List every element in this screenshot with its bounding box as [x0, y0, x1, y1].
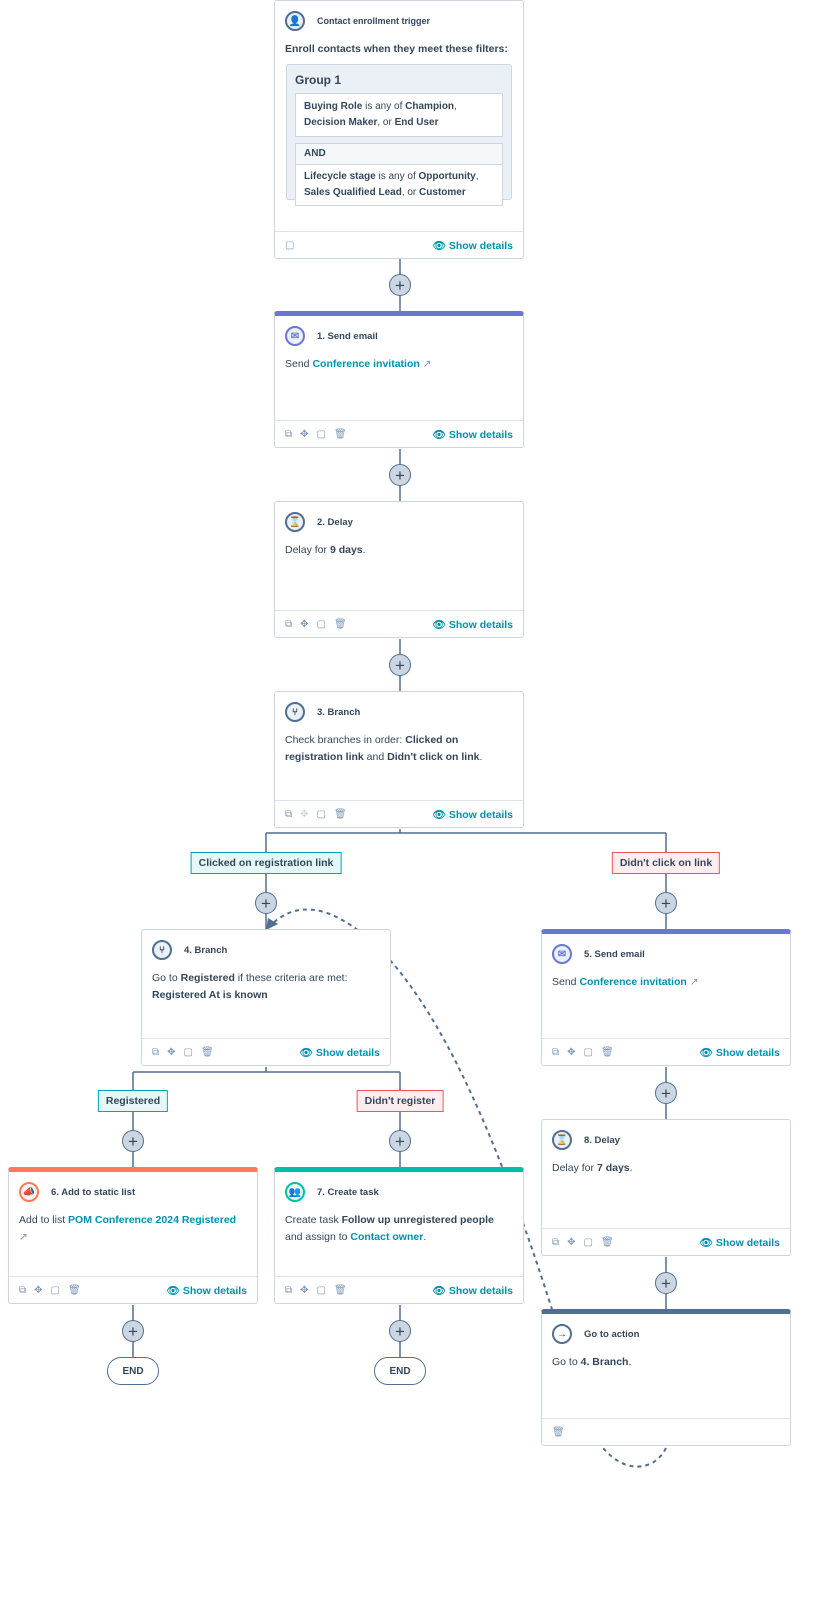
branch-label-registered[interactable]: Registered: [97, 1090, 169, 1112]
action-card-send-email[interactable]: ✉ 1. Send email Send Conference invitatio…: [274, 311, 524, 448]
show-details-button[interactable]: 👁 Show details: [433, 1284, 513, 1297]
copy-icon[interactable]: ⧉: [19, 1285, 26, 1296]
copy-icon[interactable]: ⧉: [552, 1047, 559, 1058]
add-action-button[interactable]: +: [389, 1320, 411, 1342]
email-link[interactable]: Conference invitation: [579, 976, 686, 988]
hourglass-icon: ⌛: [552, 1130, 572, 1150]
move-icon[interactable]: ✥: [300, 429, 308, 440]
list-link[interactable]: POM Conference 2024 Registered: [68, 1214, 236, 1226]
show-details-button[interactable]: 👁 Show details: [433, 428, 513, 441]
action-card-send-email[interactable]: ✉ 5. Send email Send Conference invitatio…: [541, 929, 791, 1066]
action-card-branch[interactable]: ⑂ 4. Branch Go to Registered if these cri…: [141, 929, 391, 1066]
delete-icon[interactable]: 🗑: [601, 1047, 614, 1058]
clone-icon[interactable]: ▢: [285, 240, 294, 251]
delete-icon[interactable]: 🗑: [552, 1427, 565, 1438]
show-details-button[interactable]: 👁 Show details: [300, 1046, 380, 1059]
end-node: END: [107, 1357, 159, 1385]
email-icon: ✉: [285, 326, 305, 346]
show-details-button[interactable]: 👁 Show details: [433, 808, 513, 821]
show-details-button[interactable]: 👁 Show details: [167, 1284, 247, 1297]
action-card-go-to[interactable]: → Go to action Go to 4. Branch. 🗑: [541, 1309, 791, 1446]
branch-icon: ⑂: [285, 702, 305, 722]
add-action-button[interactable]: +: [255, 892, 277, 914]
add-action-button[interactable]: +: [389, 1130, 411, 1152]
clone-icon[interactable]: ▢: [317, 429, 326, 440]
copy-icon[interactable]: ⧉: [285, 809, 292, 820]
move-icon[interactable]: ✥: [167, 1047, 175, 1058]
branch-label-not-registered[interactable]: Didn't register: [356, 1090, 444, 1112]
delete-icon[interactable]: 🗑: [334, 619, 347, 630]
enrollment-trigger-card[interactable]: 👤 Contact enrollment trigger Enroll conta…: [274, 0, 524, 259]
delete-icon[interactable]: 🗑: [201, 1047, 214, 1058]
action-card-add-to-list[interactable]: 📣 6. Add to static list Add to list POM C…: [8, 1167, 258, 1304]
move-icon[interactable]: ✥: [567, 1237, 575, 1248]
add-action-button[interactable]: +: [655, 1272, 677, 1294]
move-icon: ✥: [300, 808, 309, 820]
contact-icon: 👤: [285, 11, 305, 31]
add-action-button[interactable]: +: [655, 1082, 677, 1104]
branch-icon: ⑂: [152, 940, 172, 960]
add-action-button[interactable]: +: [122, 1130, 144, 1152]
branch-label-clicked[interactable]: Clicked on registration link: [190, 852, 342, 874]
move-icon[interactable]: ✥: [300, 619, 308, 630]
copy-icon[interactable]: ⧉: [285, 1285, 292, 1296]
email-link[interactable]: Conference invitation: [312, 358, 419, 370]
clone-icon[interactable]: ▢: [51, 1285, 60, 1296]
delete-icon[interactable]: 🗑: [334, 429, 347, 440]
show-details-button[interactable]: 👁 Show details: [433, 239, 513, 252]
action-card-delay[interactable]: ⌛ 8. Delay Delay for 7 days. ⧉ ✥ ▢ 🗑 👁 Show d…: [541, 1119, 791, 1256]
move-icon[interactable]: ✥: [34, 1285, 42, 1296]
delete-icon[interactable]: 🗑: [601, 1237, 614, 1248]
hourglass-icon: ⌛: [285, 512, 305, 532]
show-details-button[interactable]: 👁 Show details: [433, 618, 513, 631]
add-action-button[interactable]: +: [389, 464, 411, 486]
add-action-button[interactable]: +: [389, 274, 411, 296]
move-icon[interactable]: ✥: [567, 1047, 575, 1058]
show-details-button[interactable]: 👁 Show details: [700, 1046, 780, 1059]
clone-icon[interactable]: ▢: [317, 1285, 326, 1296]
clone-icon[interactable]: ▢: [317, 619, 326, 630]
delete-icon[interactable]: 🗑: [68, 1285, 81, 1296]
trigger-intro: Enroll contacts when they meet these fil…: [285, 43, 508, 55]
copy-icon[interactable]: ⧉: [152, 1047, 159, 1058]
clone-icon[interactable]: ▢: [317, 809, 326, 820]
delete-icon[interactable]: 🗑: [334, 809, 347, 820]
clone-icon[interactable]: ▢: [584, 1047, 593, 1058]
filter-2: AND Lifecycle stage is any of Opportunit…: [295, 143, 503, 206]
action-card-delay[interactable]: ⌛ 2. Delay Delay for 9 days. ⧉ ✥ ▢ 🗑 👁 Show d…: [274, 501, 524, 638]
action-card-branch[interactable]: ⑂ 3. Branch Check branches in order: Clic…: [274, 691, 524, 828]
people-icon: 👥: [285, 1182, 305, 1202]
arrow-right-icon: →: [552, 1324, 572, 1344]
external-link-icon[interactable]: ↗: [19, 1231, 28, 1243]
end-node: END: [374, 1357, 426, 1385]
add-action-button[interactable]: +: [655, 892, 677, 914]
add-action-button[interactable]: +: [389, 654, 411, 676]
clone-icon[interactable]: ▢: [584, 1237, 593, 1248]
filter-group: Group 1 Buying Role is any of Champion, …: [286, 64, 512, 206]
email-icon: ✉: [552, 944, 572, 964]
move-icon[interactable]: ✥: [300, 1285, 308, 1296]
copy-icon[interactable]: ⧉: [285, 619, 292, 630]
add-action-button[interactable]: +: [122, 1320, 144, 1342]
delete-icon[interactable]: 🗑: [334, 1285, 347, 1296]
branch-label-not-clicked[interactable]: Didn't click on link: [611, 852, 721, 874]
megaphone-icon: 📣: [19, 1182, 39, 1202]
external-link-icon[interactable]: ↗: [690, 976, 699, 988]
owner-link[interactable]: Contact owner: [350, 1231, 423, 1243]
copy-icon[interactable]: ⧉: [552, 1237, 559, 1248]
action-card-create-task[interactable]: 👥 7. Create task Create task Follow up un…: [274, 1167, 524, 1304]
external-link-icon[interactable]: ↗: [423, 358, 432, 370]
clone-icon[interactable]: ▢: [184, 1047, 193, 1058]
copy-icon[interactable]: ⧉: [285, 429, 292, 440]
show-details-button[interactable]: 👁 Show details: [700, 1236, 780, 1249]
filter-1: Buying Role is any of Champion, Decision…: [295, 93, 503, 137]
